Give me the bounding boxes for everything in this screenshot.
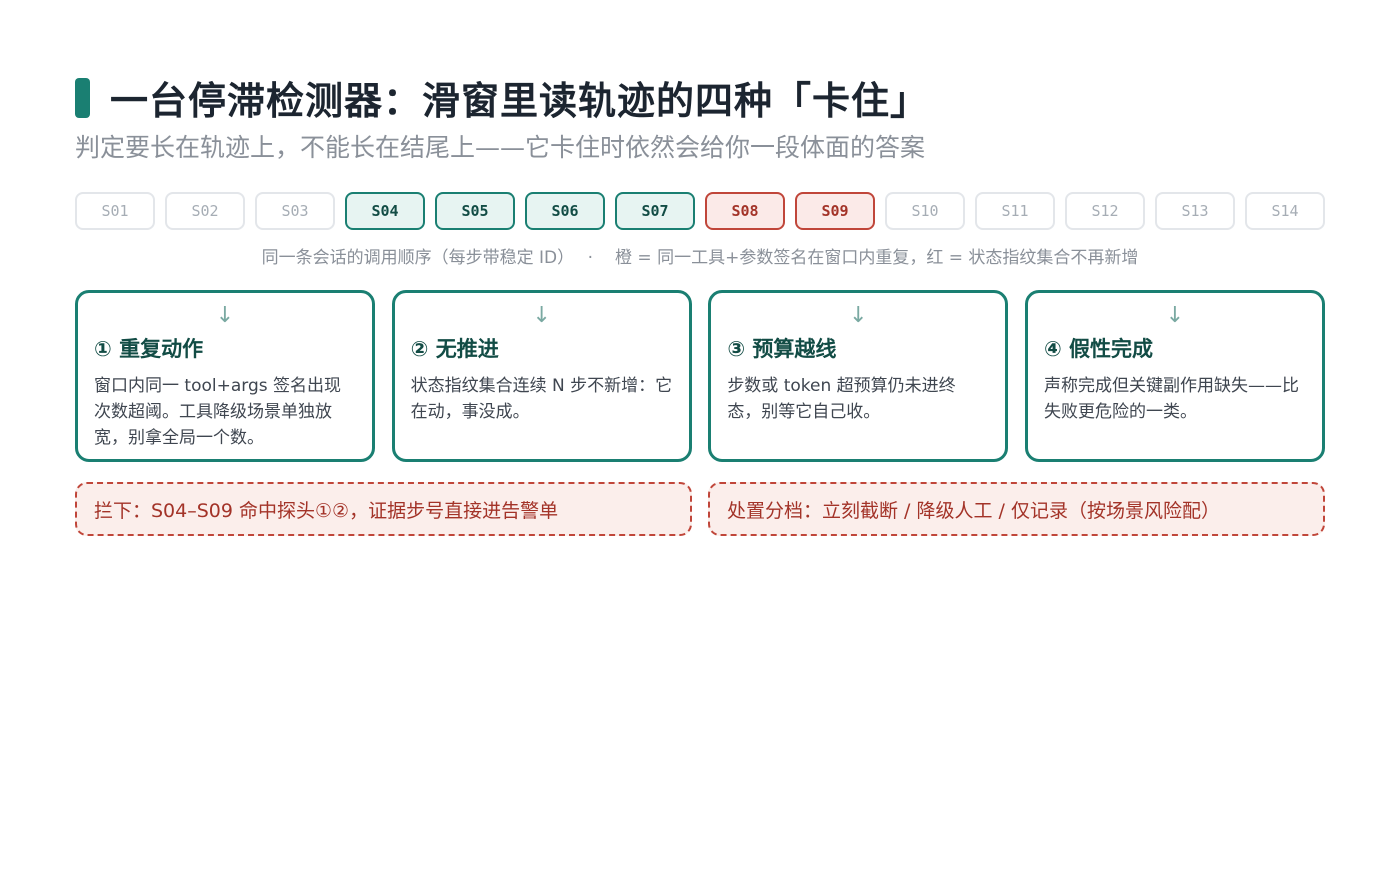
step-chip-s13: S13 bbox=[1155, 192, 1235, 230]
title-accent-bar bbox=[75, 77, 90, 118]
callout-handling-tiers: 处置分档：立刻截断 / 降级人工 / 仅记录（按场景风险配） bbox=[708, 482, 1325, 536]
callout-intercept: 拦下：S04–S09 命中探头①②，证据步号直接进告警单 bbox=[75, 482, 692, 536]
step-sequence: S01 S02 S03 S04 S05 S06 S07 S08 S09 S10 S11 S12 S13 S… bbox=[75, 192, 1325, 230]
probe-cards: ↓ ① 重复动作 窗口内同一 tool+args 签名出现次数超阈。工具降级场景… bbox=[75, 290, 1325, 462]
step-chip-s10: S10 bbox=[885, 192, 965, 230]
step-chip-s05: S05 bbox=[435, 192, 515, 230]
step-chip-s03: S03 bbox=[255, 192, 335, 230]
step-chip-s06: S06 bbox=[525, 192, 605, 230]
down-arrow-icon: ↓ bbox=[532, 303, 551, 328]
legend: 同一条会话的调用顺序（每步带稳定 ID） · 橙 = 同一工具+参数签名在窗口内重复… bbox=[0, 243, 1400, 268]
probe-card-repeat-action: ↓ ① 重复动作 窗口内同一 tool+args 签名出现次数超阈。工具降级场景… bbox=[75, 290, 375, 462]
probe-card-body: 状态指纹集合连续 N 步不新增：它在动，事没成。 bbox=[410, 376, 673, 422]
step-chip-s04: S04 bbox=[345, 192, 425, 230]
step-chip-s09: S09 bbox=[795, 192, 875, 230]
legend-color-key: 橙 = 同一工具+参数签名在窗口内重复，红 = 状态指纹集合不再新增 bbox=[615, 248, 1139, 268]
probe-card-title: ② 无推进 bbox=[410, 337, 499, 361]
step-chip-s14: S14 bbox=[1245, 192, 1325, 230]
step-chip-s08: S08 bbox=[705, 192, 785, 230]
step-chip-s11: S11 bbox=[975, 192, 1055, 230]
page-title: 一台停滞检测器：滑窗里读轨迹的四种「卡住」 bbox=[110, 79, 930, 123]
probe-card-body: 声称完成但关键副作用缺失——比失败更危险的一类。 bbox=[1043, 376, 1299, 422]
down-arrow-icon: ↓ bbox=[1165, 303, 1185, 328]
legend-separator: · bbox=[587, 248, 594, 268]
step-chip-s01: S01 bbox=[75, 192, 155, 230]
probe-card-body: 窗口内同一 tool+args 签名出现次数超阈。工具降级场景单独放宽，别拿全局… bbox=[94, 376, 341, 448]
step-chip-s02: S02 bbox=[165, 192, 245, 230]
callout-notes: 拦下：S04–S09 命中探头①②，证据步号直接进告警单 处置分档：立刻截断 /… bbox=[75, 482, 1325, 536]
step-chip-s07: S07 bbox=[615, 192, 695, 230]
probe-card-no-progress: ↓ ② 无推进 状态指纹集合连续 N 步不新增：它在动，事没成。 bbox=[391, 290, 692, 462]
probe-card-title: ③ 预算越线 bbox=[727, 337, 837, 361]
probe-card-body: 步数或 token 超预算仍未进终态，别等它自己收。 bbox=[727, 376, 956, 422]
title-row: 一台停滞检测器：滑窗里读轨迹的四种「卡住」 bbox=[75, 70, 929, 125]
down-arrow-icon: ↓ bbox=[215, 303, 235, 328]
page-subtitle: 判定要长在轨迹上，不能长在结尾上——它卡住时依然会给你一段体面的答案 bbox=[75, 133, 926, 162]
legend-sequence-note: 同一条会话的调用顺序（每步带稳定 ID） bbox=[261, 248, 566, 268]
step-chip-s12: S12 bbox=[1065, 192, 1145, 230]
probe-card-title: ① 重复动作 bbox=[94, 337, 204, 361]
probe-card-budget-overrun: ↓ ③ 预算越线 步数或 token 超预算仍未进终态，别等它自己收。 bbox=[708, 290, 1009, 462]
down-arrow-icon: ↓ bbox=[849, 303, 868, 328]
probe-card-title: ④ 假性完成 bbox=[1043, 337, 1154, 361]
probe-card-false-completion: ↓ ④ 假性完成 声称完成但关键副作用缺失——比失败更危险的一类。 bbox=[1024, 290, 1325, 462]
